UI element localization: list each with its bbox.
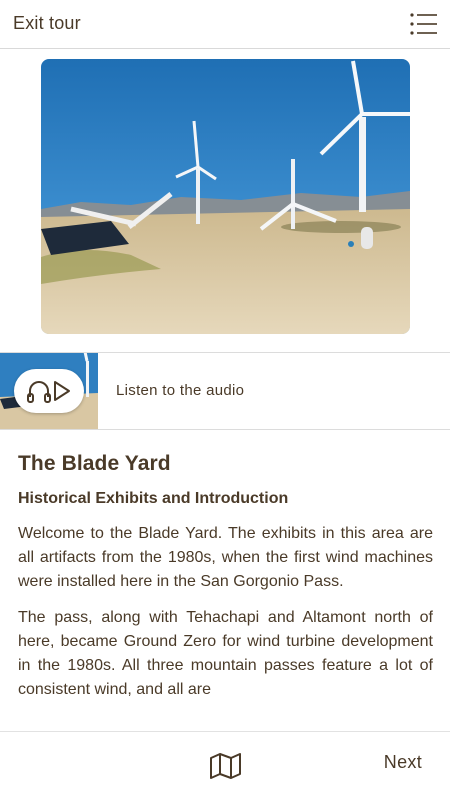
audio-thumbnail bbox=[0, 353, 98, 429]
play-icon bbox=[54, 381, 70, 401]
map-icon[interactable] bbox=[209, 752, 243, 780]
audio-button[interactable] bbox=[14, 369, 84, 413]
next-button[interactable]: Next bbox=[384, 752, 422, 773]
hero-image bbox=[41, 59, 410, 334]
list-menu-icon[interactable] bbox=[410, 12, 438, 36]
exit-tour-button[interactable]: Exit tour bbox=[13, 13, 81, 34]
article-paragraph: The pass, along with Tehachapi and Altam… bbox=[18, 609, 433, 698]
listen-audio-label: Listen to the audio bbox=[116, 382, 245, 399]
bottom-bar: Next bbox=[0, 731, 450, 800]
page-title: The Blade Yard bbox=[18, 452, 171, 475]
section-subtitle: Historical Exhibits and Introduction bbox=[18, 490, 289, 507]
headphones-icon bbox=[27, 381, 51, 403]
audio-player-row[interactable]: Listen to the audio bbox=[0, 352, 450, 430]
article-paragraph: Welcome to the Blade Yard. The exhibits … bbox=[18, 525, 433, 590]
top-bar: Exit tour bbox=[0, 0, 450, 49]
article-content: The Blade Yard Historical Exhibits and I… bbox=[18, 452, 433, 732]
